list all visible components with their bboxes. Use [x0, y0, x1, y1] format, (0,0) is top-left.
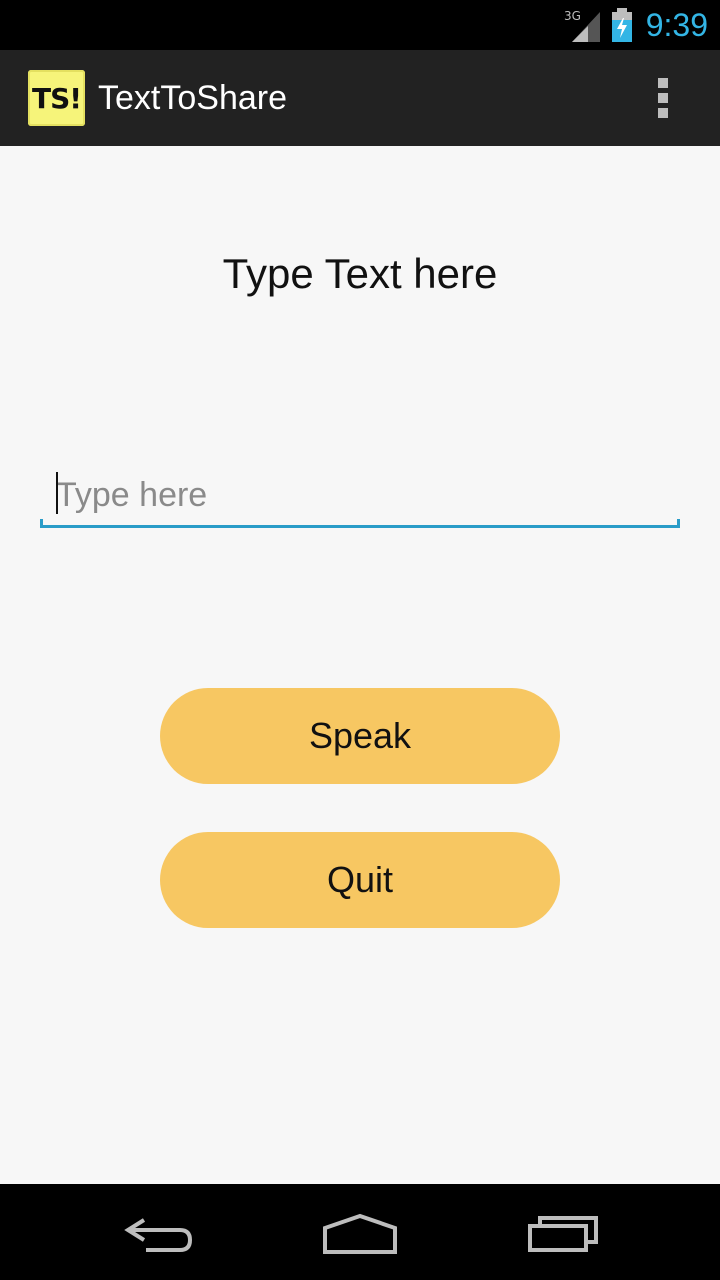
- app-title: TextToShare: [98, 79, 287, 117]
- main-content: Type Text here Speak Quit: [0, 146, 720, 1184]
- recent-apps-icon[interactable]: [512, 1204, 612, 1260]
- input-underline: [40, 525, 680, 528]
- speak-button[interactable]: Speak: [160, 688, 560, 784]
- input-underline-right-tick: [677, 519, 680, 528]
- input-underline-left-tick: [40, 519, 43, 528]
- navigation-bar: [0, 1184, 720, 1280]
- text-input[interactable]: [40, 466, 680, 524]
- home-icon[interactable]: [310, 1204, 410, 1260]
- signal-3g-icon: 3G: [564, 9, 600, 42]
- quit-button[interactable]: Quit: [160, 832, 560, 928]
- text-input-field[interactable]: [40, 466, 680, 528]
- status-bar: 3G 9:39: [0, 0, 720, 50]
- overflow-menu-icon[interactable]: [648, 76, 678, 120]
- app-logo-icon[interactable]: TS!: [28, 70, 85, 126]
- action-bar: TS! TextToShare: [0, 50, 720, 146]
- text-cursor: [56, 472, 58, 514]
- back-icon[interactable]: [110, 1204, 210, 1260]
- network-type-label: 3G: [564, 9, 581, 23]
- battery-charging-icon: [612, 8, 632, 42]
- status-clock: 9:39: [645, 7, 708, 43]
- app-logo-text: TS!: [31, 81, 82, 115]
- page-heading: Type Text here: [222, 250, 498, 297]
